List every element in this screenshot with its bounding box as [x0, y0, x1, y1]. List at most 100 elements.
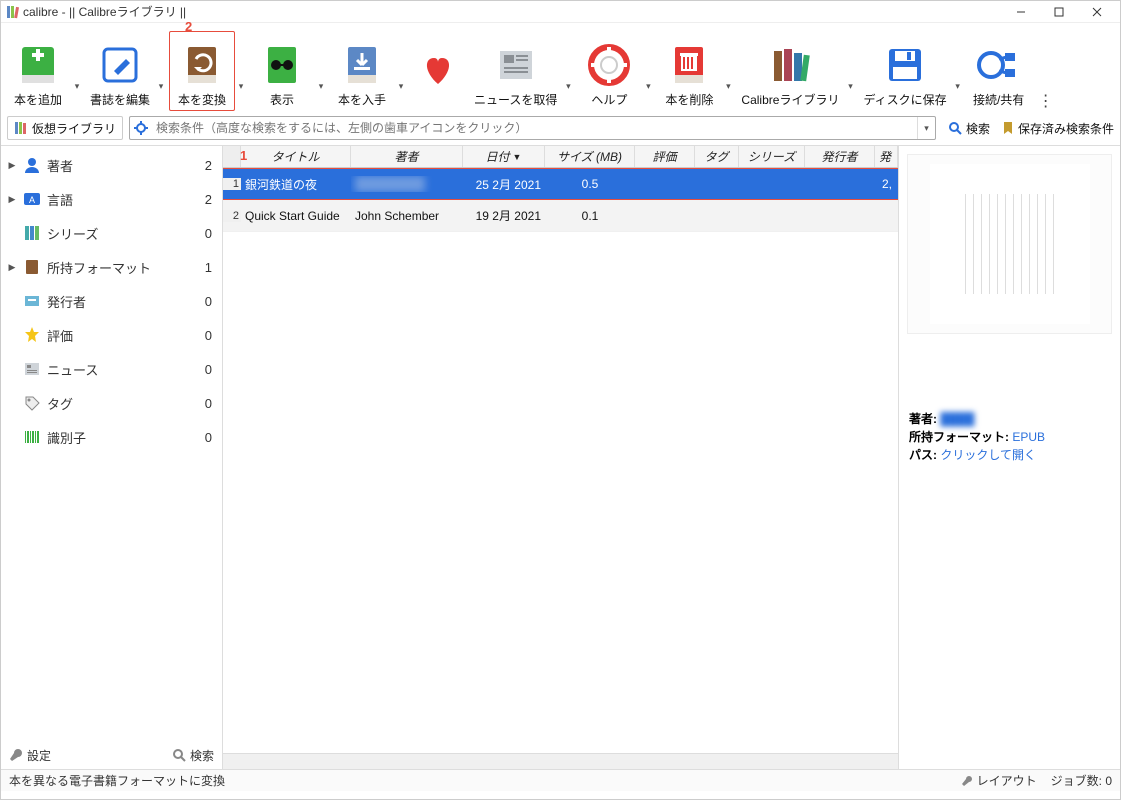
- find-button[interactable]: 検索: [172, 747, 214, 764]
- cover-preview[interactable]: [907, 154, 1112, 334]
- remove-book-button[interactable]: 本を削除: [656, 31, 722, 111]
- add-book-button[interactable]: 本を追加: [5, 31, 71, 111]
- news-icon: [492, 41, 540, 89]
- get-books-button[interactable]: 本を入手: [329, 31, 395, 111]
- sidebar-item-author[interactable]: ▶ 著者 2: [1, 148, 222, 182]
- search-dropdown[interactable]: ▾: [917, 117, 935, 139]
- save-disk-dropdown[interactable]: ▾: [952, 31, 964, 111]
- library-button[interactable]: Calibreライブラリ: [736, 31, 844, 111]
- convert-book-button[interactable]: 本を変換: [169, 31, 235, 111]
- bookmark-icon: [1002, 121, 1014, 135]
- sidebar-item-tag[interactable]: タグ 0: [1, 386, 222, 420]
- virtual-library-button[interactable]: 仮想ライブラリ: [7, 116, 123, 140]
- series-icon: [23, 224, 41, 242]
- library-dropdown[interactable]: ▾: [844, 31, 856, 111]
- sort-desc-icon: ▼: [513, 152, 522, 162]
- download-book-icon: [338, 41, 386, 89]
- sidebar-item-publisher[interactable]: 発行者 0: [1, 284, 222, 318]
- sidebar-item-rating[interactable]: 評価 0: [1, 318, 222, 352]
- barcode-icon: [23, 428, 41, 446]
- col-title[interactable]: タイトル: [241, 146, 351, 167]
- saved-search-button[interactable]: 保存済み検索条件: [1002, 120, 1114, 137]
- gear-icon[interactable]: [130, 121, 152, 135]
- sidebar-item-language[interactable]: ▶ A 言語 2: [1, 182, 222, 216]
- status-bar: 本を異なる電子書籍フォーマットに変換 レイアウト ジョブ数: 0: [1, 769, 1120, 791]
- help-button[interactable]: ヘルプ: [576, 31, 642, 111]
- edit-metadata-button[interactable]: 書誌を編集: [85, 31, 155, 111]
- cell-title: 銀河鉄道の夜: [241, 176, 351, 193]
- cell-title: Quick Start Guide: [241, 209, 351, 223]
- col-series[interactable]: シリーズ: [739, 146, 805, 167]
- tag-icon: [23, 394, 41, 412]
- edit-metadata-dropdown[interactable]: ▾: [155, 31, 167, 111]
- convert-book-dropdown[interactable]: ▾: [235, 31, 247, 111]
- close-button[interactable]: [1078, 1, 1116, 23]
- books-stack-icon: [14, 121, 28, 135]
- cell-author: [351, 176, 463, 192]
- sidebar-item-news[interactable]: ニュース 0: [1, 352, 222, 386]
- trash-book-icon: [665, 41, 713, 89]
- jobs-indicator[interactable]: ジョブ数: 0: [1051, 772, 1112, 789]
- col-rating[interactable]: 評価: [635, 146, 695, 167]
- search-button[interactable]: 検索: [942, 116, 996, 140]
- col-author[interactable]: 著者: [351, 146, 463, 167]
- fetch-news-button[interactable]: ニュースを取得: [469, 31, 562, 111]
- metadata-block: 著者: ████ 所持フォーマット: EPUB パス: クリックして開く: [907, 410, 1112, 464]
- star-icon: [23, 326, 41, 344]
- view-button[interactable]: 表示: [249, 31, 315, 111]
- sidebar-item-format[interactable]: ▶ 所持フォーマット 1: [1, 250, 222, 284]
- author-blurred: [355, 176, 425, 192]
- table-header: タイトル 著者 日付▼ サイズ (MB) 評価 タグ シリーズ 発行者 発: [223, 146, 898, 168]
- fetch-news-dropdown[interactable]: ▾: [562, 31, 574, 111]
- table-row[interactable]: 1 銀河鉄道の夜 25 2月 2021 0.5 2,: [223, 168, 898, 200]
- search-box[interactable]: ▾: [129, 116, 936, 140]
- get-books-dropdown[interactable]: ▾: [395, 31, 407, 111]
- path-link[interactable]: クリックして開く: [940, 448, 1036, 462]
- add-book-icon: [14, 41, 62, 89]
- table-row[interactable]: 2 Quick Start Guide John Schember 19 2月 …: [223, 200, 898, 232]
- horizontal-scrollbar[interactable]: [223, 753, 898, 769]
- convert-icon: [178, 41, 226, 89]
- chevron-right-icon[interactable]: ▶: [7, 160, 17, 171]
- view-dropdown[interactable]: ▾: [315, 31, 327, 111]
- cell-size: 0.5: [545, 177, 635, 191]
- annotation-2: 2: [185, 19, 192, 34]
- main-area: ▶ 著者 2 ▶ A 言語 2 シリーズ 0 ▶ 所持フォーマット: [1, 145, 1120, 769]
- chevron-right-icon[interactable]: ▶: [7, 262, 17, 273]
- detail-pane: 著者: ████ 所持フォーマット: EPUB パス: クリックして開く: [898, 146, 1120, 769]
- author-value-blurred: ████: [940, 412, 974, 426]
- save-disk-button[interactable]: ディスクに保存: [858, 31, 951, 111]
- cell-date: 19 2月 2021: [463, 207, 545, 224]
- cell-date: 25 2月 2021: [463, 176, 545, 193]
- settings-button[interactable]: 設定: [9, 747, 51, 764]
- lifebuoy-icon: [585, 41, 633, 89]
- col-publisher[interactable]: 発行者: [805, 146, 875, 167]
- add-book-dropdown[interactable]: ▾: [71, 31, 83, 111]
- col-pub2[interactable]: 発: [875, 146, 898, 167]
- col-size[interactable]: サイズ (MB): [545, 146, 635, 167]
- format-link[interactable]: EPUB: [1012, 430, 1045, 444]
- layout-button[interactable]: レイアウト: [961, 772, 1037, 789]
- maximize-button[interactable]: [1040, 1, 1078, 23]
- toolbar-overflow[interactable]: ⋮: [1034, 63, 1058, 111]
- remove-book-dropdown[interactable]: ▾: [722, 31, 734, 111]
- sidebar-item-series[interactable]: シリーズ 0: [1, 216, 222, 250]
- sidebar-item-identifier[interactable]: 識別子 0: [1, 420, 222, 454]
- book-table: タイトル 著者 日付▼ サイズ (MB) 評価 タグ シリーズ 発行者 発 1 …: [223, 146, 898, 769]
- col-date[interactable]: 日付▼: [463, 146, 545, 167]
- connect-share-button[interactable]: 接続/共有: [966, 31, 1032, 111]
- share-icon: [975, 41, 1023, 89]
- titlebar: calibre - || Calibreライブラリ ||: [1, 1, 1120, 23]
- cell-author: John Schember: [351, 209, 463, 223]
- floppy-icon: [881, 41, 929, 89]
- help-dropdown[interactable]: ▾: [642, 31, 654, 111]
- wrench-icon: [9, 748, 23, 762]
- minimize-button[interactable]: [1002, 1, 1040, 23]
- fav-button[interactable]: [409, 31, 467, 111]
- search-input[interactable]: [152, 119, 917, 137]
- col-tag[interactable]: タグ: [695, 146, 739, 167]
- annotation-1: 1: [240, 148, 247, 163]
- magnifier-icon: [948, 121, 962, 135]
- chevron-right-icon[interactable]: ▶: [7, 194, 17, 205]
- search-row: 仮想ライブラリ ▾ 検索 保存済み検索条件: [1, 111, 1120, 145]
